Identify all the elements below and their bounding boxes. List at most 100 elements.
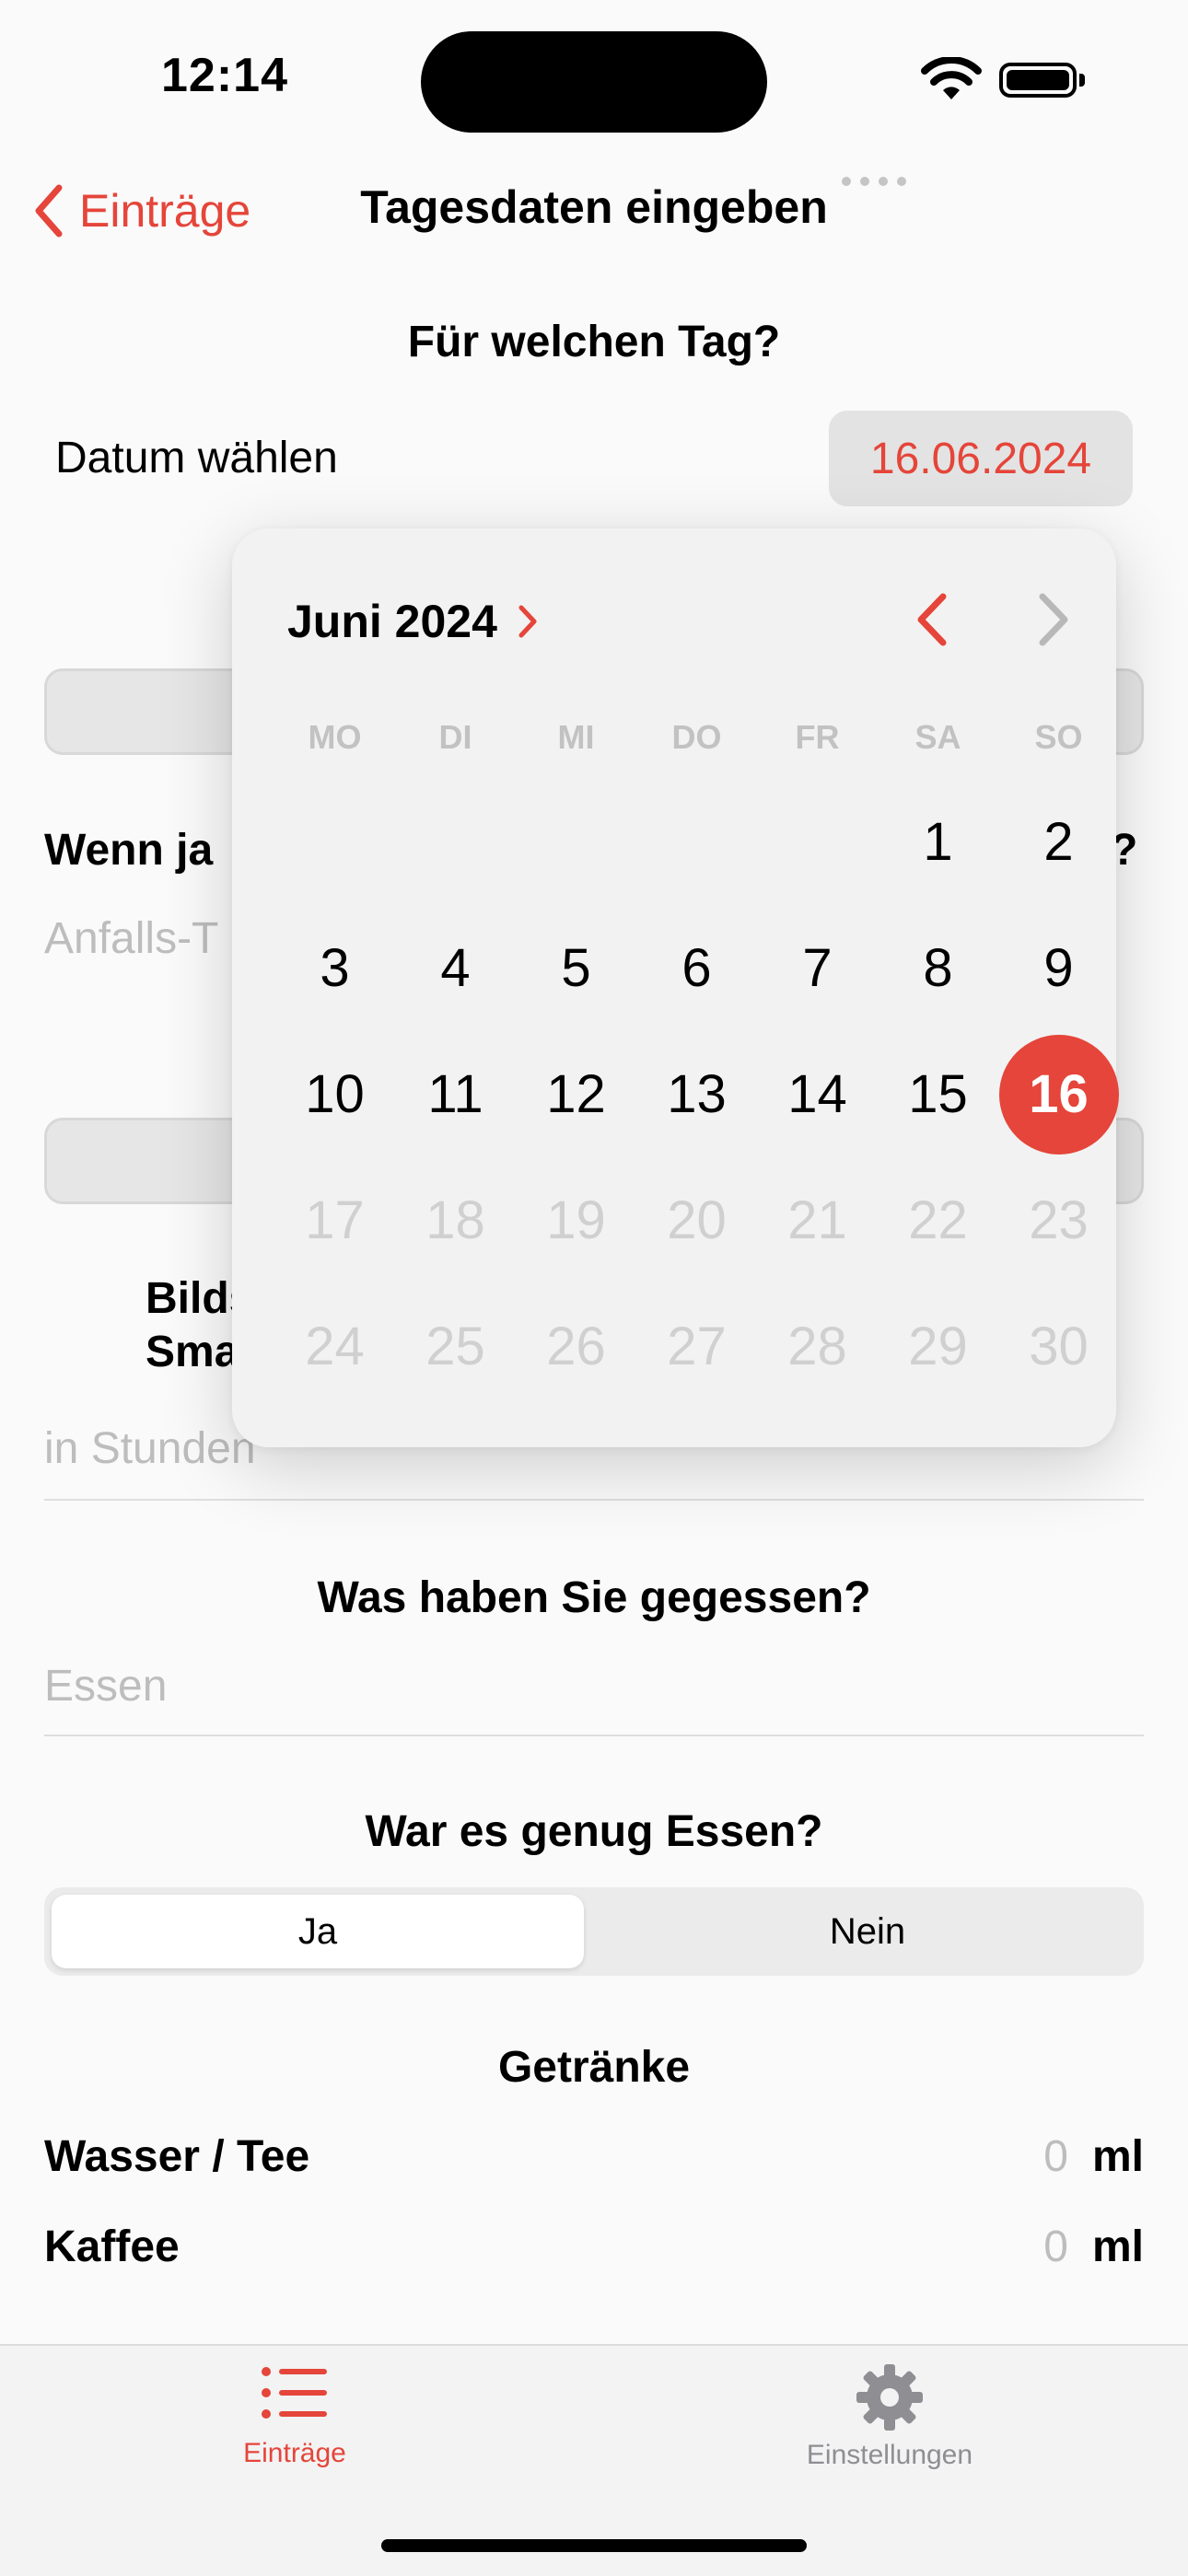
- drink-row-wasser[interactable]: Wasser / Tee 0 ml: [44, 2119, 1144, 2193]
- calendar-day[interactable]: 9: [998, 905, 1119, 1031]
- food-section-title: Was haben Sie gegessen?: [317, 1573, 871, 1622]
- drink-amount-input[interactable]: 0: [1043, 2131, 1068, 2182]
- calendar-day: 30: [998, 1283, 1119, 1410]
- calendar-day: 18: [395, 1157, 516, 1283]
- calendar-day-selected[interactable]: 16: [998, 1031, 1119, 1157]
- calendar-day-number: 8: [923, 938, 953, 998]
- calendar-day-number: 23: [1029, 1190, 1089, 1250]
- calendar-day-number: 4: [440, 938, 471, 998]
- calendar-day-number: 20: [667, 1190, 727, 1250]
- calendar-blank-cell: [274, 779, 395, 905]
- battery-icon: [999, 63, 1077, 98]
- calendar-blank-cell: [636, 779, 757, 905]
- weekday-label: MI: [557, 718, 595, 756]
- calendar-day-number: 3: [320, 938, 350, 998]
- drink-amount-input[interactable]: 0: [1043, 2222, 1068, 2272]
- drink-unit: ml: [1091, 2131, 1144, 2181]
- calendar-day[interactable]: 11: [395, 1031, 516, 1157]
- calendar-blank-cell: [516, 779, 636, 905]
- hours-input-underline: [44, 1499, 1144, 1501]
- enough-food-title: War es genug Essen?: [365, 1807, 823, 1856]
- calendar-day-number: 27: [667, 1317, 727, 1376]
- date-picker-button[interactable]: 16.06.2024: [829, 411, 1133, 506]
- tab-einstellungen[interactable]: Einstellungen: [751, 2362, 1028, 2471]
- food-input-underline: [44, 1735, 1144, 1736]
- calendar-day: 20: [636, 1157, 757, 1283]
- seizure-type-input[interactable]: Anfalls-T: [44, 913, 218, 964]
- calendar-day[interactable]: 1: [878, 779, 998, 905]
- calendar-day-number: 2: [1043, 812, 1074, 872]
- calendar-day-number: 25: [425, 1317, 485, 1376]
- calendar-blank-cell: [757, 779, 878, 905]
- dynamic-island: [421, 31, 767, 133]
- calendar-day[interactable]: 13: [636, 1031, 757, 1157]
- calendar-day[interactable]: 3: [274, 905, 395, 1031]
- segment-ja[interactable]: Ja: [52, 1895, 584, 1968]
- previous-month-button[interactable]: [904, 587, 960, 652]
- calendar-day-number: 29: [908, 1317, 968, 1376]
- weekday-header-row: MO DI MI DO FR SA SO: [274, 718, 1118, 757]
- month-year-picker-button[interactable]: Juni 2024: [287, 595, 538, 648]
- calendar-day: 22: [878, 1157, 998, 1283]
- calendar-day-number: 14: [787, 1064, 847, 1124]
- calendar-day: 25: [395, 1283, 516, 1410]
- drink-name: Wasser / Tee: [44, 2131, 310, 2181]
- calendar-day[interactable]: 15: [878, 1031, 998, 1157]
- seizure-question-text: Wenn ja: [44, 826, 214, 875]
- calendar-day-number: 12: [546, 1064, 606, 1124]
- calendar-day-number: 6: [681, 938, 712, 998]
- wifi-icon: [921, 57, 982, 99]
- tab-eintraege[interactable]: Einträge: [157, 2362, 433, 2469]
- page-title: Tagesdaten eingeben: [360, 181, 828, 233]
- calendar-day-number: 15: [908, 1064, 968, 1124]
- calendar-day-number: 17: [305, 1190, 365, 1250]
- weekday-label: FR: [795, 718, 840, 756]
- status-time: 12:14: [161, 49, 288, 102]
- calendar-day[interactable]: 8: [878, 905, 998, 1031]
- calendar-day-number: 13: [667, 1064, 727, 1124]
- calendar-day[interactable]: 7: [757, 905, 878, 1031]
- next-month-button[interactable]: [1026, 587, 1081, 652]
- hours-input[interactable]: in Stunden: [44, 1423, 256, 1474]
- date-label: Datum wählen: [55, 434, 338, 482]
- drink-name: Kaffee: [44, 2222, 180, 2271]
- weekday-label: SA: [914, 718, 961, 756]
- calendar-day[interactable]: 2: [998, 779, 1119, 905]
- calendar-day: 24: [274, 1283, 395, 1410]
- calendar-day[interactable]: 14: [757, 1031, 878, 1157]
- calendar-day-number: 26: [546, 1317, 606, 1376]
- calendar-day-number: 16: [998, 1034, 1119, 1155]
- calendar-day: 23: [998, 1157, 1119, 1283]
- calendar-day[interactable]: 4: [395, 905, 516, 1031]
- calendar-day-number: 18: [425, 1190, 485, 1250]
- gear-icon: [856, 2364, 923, 2431]
- tab-eintraege-label: Einträge: [243, 2438, 346, 2468]
- segment-nein[interactable]: Nein: [599, 1895, 1136, 1968]
- calendar-day-number: 22: [908, 1190, 968, 1250]
- calendar-day-number: 19: [546, 1190, 606, 1250]
- weekday-label: MO: [308, 718, 362, 756]
- month-year-label: Juni 2024: [287, 596, 497, 647]
- calendar-day[interactable]: 10: [274, 1031, 395, 1157]
- calendar-day: 17: [274, 1157, 395, 1283]
- calendar-day: 19: [516, 1157, 636, 1283]
- weekday-label: SO: [1034, 718, 1083, 756]
- food-input[interactable]: Essen: [44, 1661, 167, 1712]
- calendar-day[interactable]: 6: [636, 905, 757, 1031]
- calendar-day-number: 1: [923, 812, 953, 872]
- calendar-day-number: 9: [1043, 938, 1074, 998]
- calendar-day: 28: [757, 1283, 878, 1410]
- calendar-day-number: 5: [561, 938, 591, 998]
- drink-row-kaffee[interactable]: Kaffee 0 ml: [44, 2210, 1144, 2283]
- calendar-day-number: 11: [427, 1064, 483, 1124]
- home-indicator: [381, 2539, 807, 2552]
- chevron-right-icon: [518, 605, 537, 638]
- battery-nub: [1079, 74, 1085, 87]
- drink-unit: ml: [1091, 2222, 1144, 2271]
- calendar-blank-cell: [395, 779, 516, 905]
- calendar-day: 27: [636, 1283, 757, 1410]
- calendar-day-number: 10: [305, 1064, 365, 1124]
- calendar-day[interactable]: 12: [516, 1031, 636, 1157]
- tab-einstellungen-label: Einstellungen: [806, 2440, 973, 2470]
- calendar-day[interactable]: 5: [516, 905, 636, 1031]
